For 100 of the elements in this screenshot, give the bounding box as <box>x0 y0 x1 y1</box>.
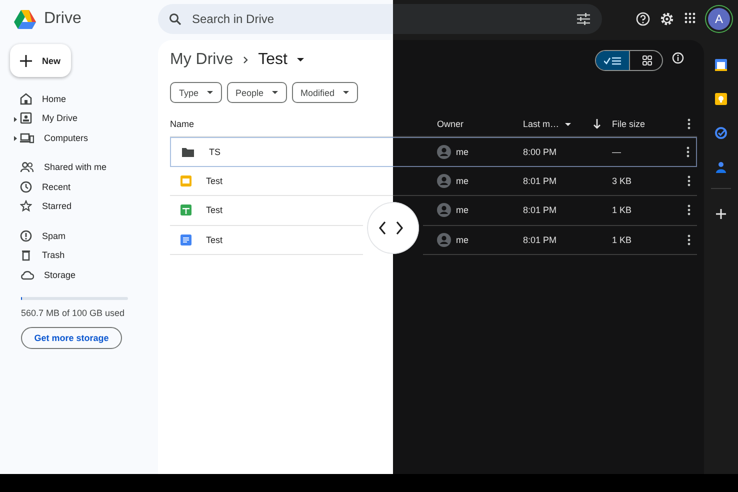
column-header[interactable]: Name <box>170 119 194 129</box>
file-size: 1 KB <box>612 205 633 216</box>
computers-icon <box>20 132 34 144</box>
more-icon[interactable] <box>686 146 690 158</box>
owner-name: me <box>456 234 469 245</box>
contacts-icon[interactable] <box>715 161 727 173</box>
sort-arrow-icon[interactable] <box>593 119 602 129</box>
expand-caret-icon[interactable] <box>14 116 17 122</box>
file-name: Test <box>206 176 223 186</box>
file-row[interactable]: me 8:01 PM 1 KB <box>423 196 697 226</box>
column-header[interactable]: Owner <box>437 119 523 129</box>
nav-item[interactable]: Recent <box>0 177 158 196</box>
plus-icon <box>20 54 32 66</box>
filter-chip[interactable]: Modified <box>292 82 358 103</box>
file-name: Test <box>206 205 223 216</box>
expand-caret-icon[interactable] <box>14 136 17 141</box>
nav-label: Trash <box>42 250 65 260</box>
more-icon[interactable] <box>686 118 690 130</box>
person-avatar-icon <box>437 232 451 247</box>
person-avatar-icon <box>437 203 451 218</box>
file-size: — <box>612 146 622 157</box>
breadcrumb-item[interactable]: Test <box>258 51 288 69</box>
file-row[interactable]: me 8:01 PM 1 KB <box>423 226 697 255</box>
keep-icon[interactable] <box>715 93 727 105</box>
account-avatar[interactable]: A <box>708 8 730 30</box>
owner-name: me <box>456 146 469 157</box>
nav-item[interactable]: Shared with me <box>0 158 158 177</box>
cloud-icon <box>20 268 34 281</box>
nav-item[interactable]: Starred <box>0 196 158 216</box>
column-header[interactable]: File size <box>612 119 680 129</box>
filter-chip[interactable]: People <box>226 82 287 103</box>
modified-time: 8:00 PM <box>523 146 558 157</box>
tasks-icon[interactable] <box>715 127 727 139</box>
file-row[interactable]: me 8:00 PM — <box>393 137 697 166</box>
modified-time: 8:01 PM <box>523 176 558 186</box>
new-button[interactable]: New <box>10 44 71 77</box>
slides-icon <box>180 174 192 187</box>
dropdown-caret-icon <box>272 91 278 94</box>
warning-icon <box>20 230 32 242</box>
file-name: Test <box>206 234 223 245</box>
file-row[interactable]: TS <box>170 137 393 166</box>
file-size: 1 KB <box>612 234 633 245</box>
help-icon[interactable] <box>636 12 650 26</box>
nav-label: Computers <box>44 132 88 143</box>
search-field[interactable]: Search in Drive <box>158 4 393 34</box>
breadcrumb-item[interactable]: My Drive <box>170 51 234 69</box>
owner-name: me <box>456 205 469 216</box>
modified-time: 8:01 PM <box>523 234 558 245</box>
more-icon[interactable] <box>686 204 690 216</box>
nav-label: Home <box>42 94 66 104</box>
drive-logo-icon <box>14 9 36 29</box>
filter-sliders-icon[interactable] <box>577 13 590 25</box>
search-icon <box>169 13 181 25</box>
nav-item[interactable]: My Drive <box>0 108 158 128</box>
apps-grid-icon[interactable] <box>684 12 698 26</box>
file-row[interactable]: Test <box>170 166 393 196</box>
calendar-icon[interactable] <box>715 59 727 71</box>
chevron-right-icon <box>243 56 248 64</box>
nav-label: My Drive <box>42 113 78 124</box>
info-icon[interactable] <box>672 52 684 64</box>
file-row[interactable]: Test <box>170 226 363 255</box>
dropdown-caret-icon <box>342 91 349 94</box>
file-row[interactable]: me 8:01 PM 3 KB <box>393 166 697 196</box>
storage-usage-text: 560.7 MB of 100 GB used <box>21 308 126 318</box>
list-view-button[interactable] <box>596 51 629 70</box>
docs-icon <box>180 234 192 246</box>
nav-label: Starred <box>42 201 72 212</box>
more-icon[interactable] <box>686 234 690 246</box>
settings-icon[interactable] <box>660 12 674 26</box>
more-icon[interactable] <box>686 174 690 187</box>
person-avatar-icon <box>437 174 451 188</box>
filter-chip[interactable]: Type <box>170 82 222 103</box>
nav-item[interactable]: Storage <box>0 265 158 284</box>
trash-icon <box>20 249 32 262</box>
dropdown-caret-icon <box>206 91 213 94</box>
dropdown-caret-icon[interactable] <box>297 58 304 62</box>
file-row[interactable]: Test <box>170 196 363 226</box>
file-size: 3 KB <box>612 176 633 186</box>
grid-icon <box>640 54 652 66</box>
modified-time: 8:01 PM <box>523 205 558 216</box>
person-avatar-icon <box>437 144 451 159</box>
column-header[interactable]: Last m… <box>523 119 560 129</box>
dropdown-caret-icon[interactable] <box>565 122 572 126</box>
clock-icon <box>20 180 32 193</box>
nav-label: Spam <box>42 230 66 241</box>
get-storage-button[interactable]: Get more storage <box>21 326 122 348</box>
drive-folder-icon <box>20 112 32 124</box>
star-icon <box>20 200 32 212</box>
nav-item[interactable]: Computers <box>0 128 158 148</box>
nav-item[interactable]: Trash <box>0 246 158 265</box>
file-name: TS <box>209 146 221 157</box>
home-icon <box>20 92 32 105</box>
nav-item[interactable]: Spam <box>0 226 158 246</box>
nav-label: Recent <box>42 182 71 192</box>
nav-item[interactable]: Home <box>0 89 158 108</box>
folder-icon <box>181 146 195 158</box>
plus-icon[interactable] <box>715 208 727 220</box>
nav-label: Storage <box>44 270 76 280</box>
sheets-icon <box>180 204 192 216</box>
app-name: Drive <box>44 10 82 28</box>
